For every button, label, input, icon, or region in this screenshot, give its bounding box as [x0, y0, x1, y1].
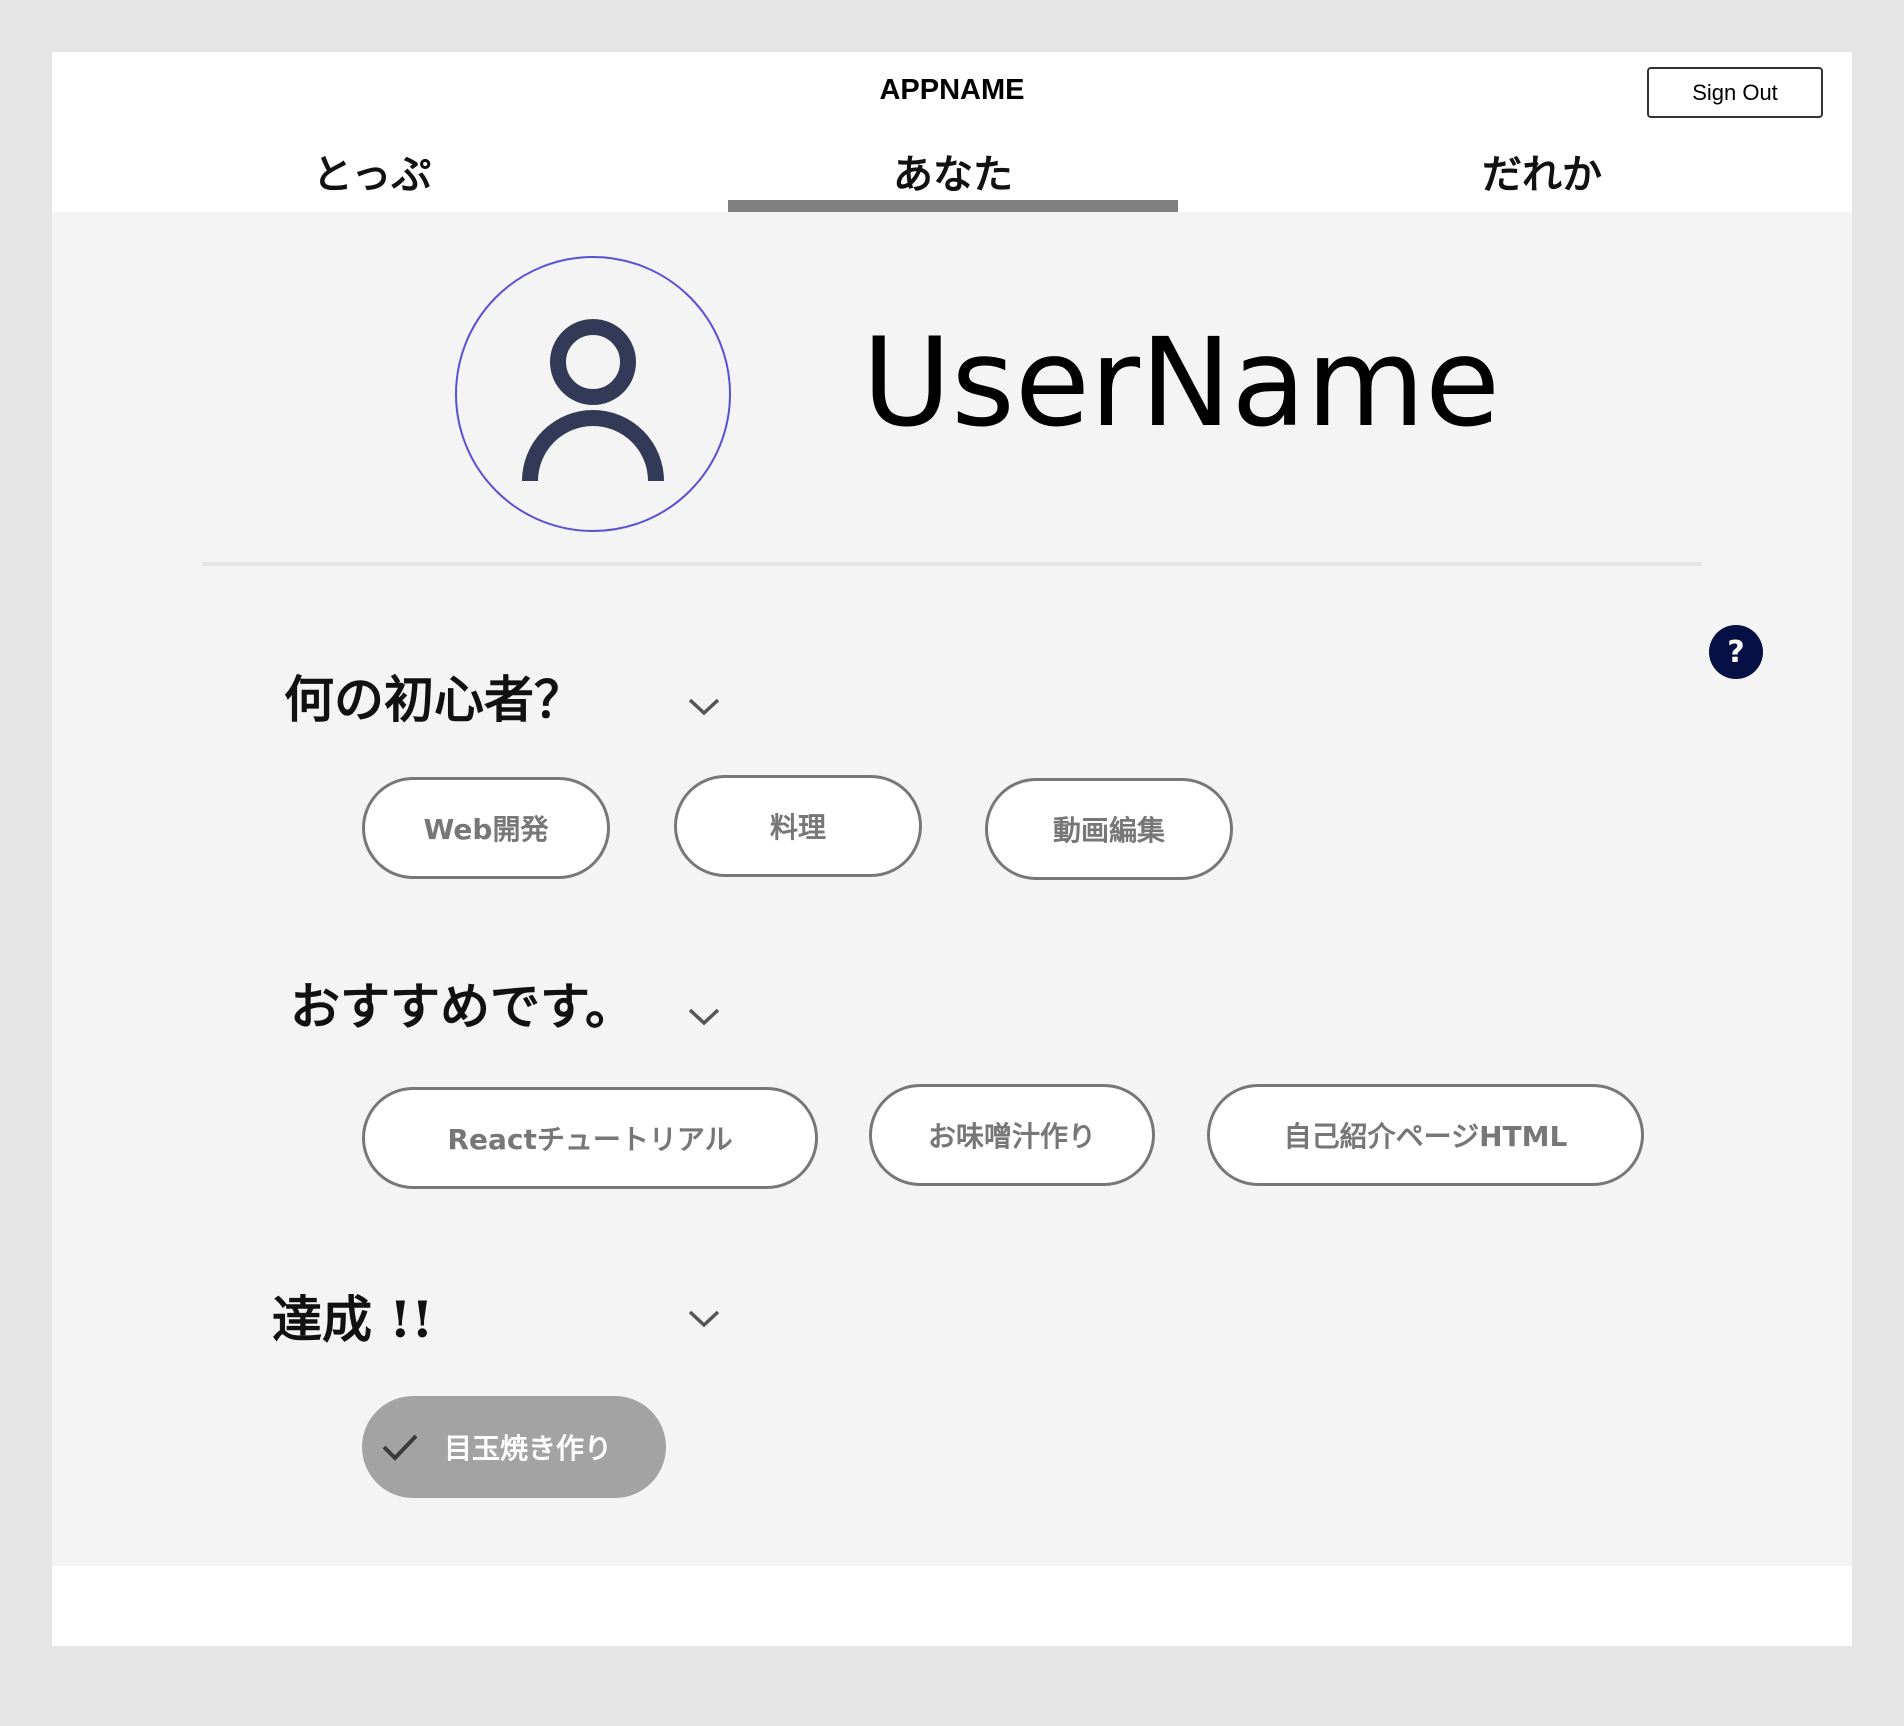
profile-content: UserName ? 何の初心者？ Web開発 料理 動画編集 おすすめです。 …: [52, 212, 1852, 1566]
chip-miso-soup[interactable]: お味噌汁作り: [869, 1084, 1155, 1186]
check-icon: [382, 1434, 418, 1461]
divider: [202, 562, 1702, 566]
chip-web-dev[interactable]: Web開発: [362, 777, 610, 879]
chip-video-editing[interactable]: 動画編集: [985, 778, 1233, 880]
sign-out-button[interactable]: Sign Out: [1647, 67, 1823, 118]
chip-cooking[interactable]: 料理: [674, 775, 922, 877]
chevron-down-icon[interactable]: [686, 1306, 722, 1330]
chip-intro-page-html[interactable]: 自己紹介ページHTML: [1207, 1084, 1644, 1186]
section-title-beginner: 何の初心者？: [284, 670, 584, 729]
header: APPNAME Sign Out とっぷ あなた だれか: [52, 52, 1852, 212]
app-frame: APPNAME Sign Out とっぷ あなた だれか UserName ? …: [52, 52, 1852, 1646]
username: UserName: [862, 312, 1500, 454]
app-title: APPNAME: [879, 74, 1025, 106]
section-title-achieved: 達成 !!: [272, 1290, 434, 1349]
chevron-down-icon[interactable]: [686, 1004, 722, 1028]
footer: [52, 1566, 1852, 1646]
chip-fried-egg-completed[interactable]: 目玉焼き作り: [362, 1396, 666, 1498]
chip-label: 目玉焼き作り: [444, 1432, 613, 1465]
avatar: [455, 256, 731, 532]
chevron-down-icon[interactable]: [686, 694, 722, 718]
chip-react-tutorial[interactable]: Reactチュートリアル: [362, 1087, 818, 1189]
active-tab-indicator: [728, 200, 1178, 212]
tab-someone[interactable]: だれか: [1352, 142, 1732, 212]
tab-top[interactable]: とっぷ: [182, 142, 562, 212]
section-title-recommended: おすすめです。: [290, 977, 635, 1036]
help-button[interactable]: ?: [1709, 625, 1763, 679]
user-icon: [522, 319, 664, 482]
